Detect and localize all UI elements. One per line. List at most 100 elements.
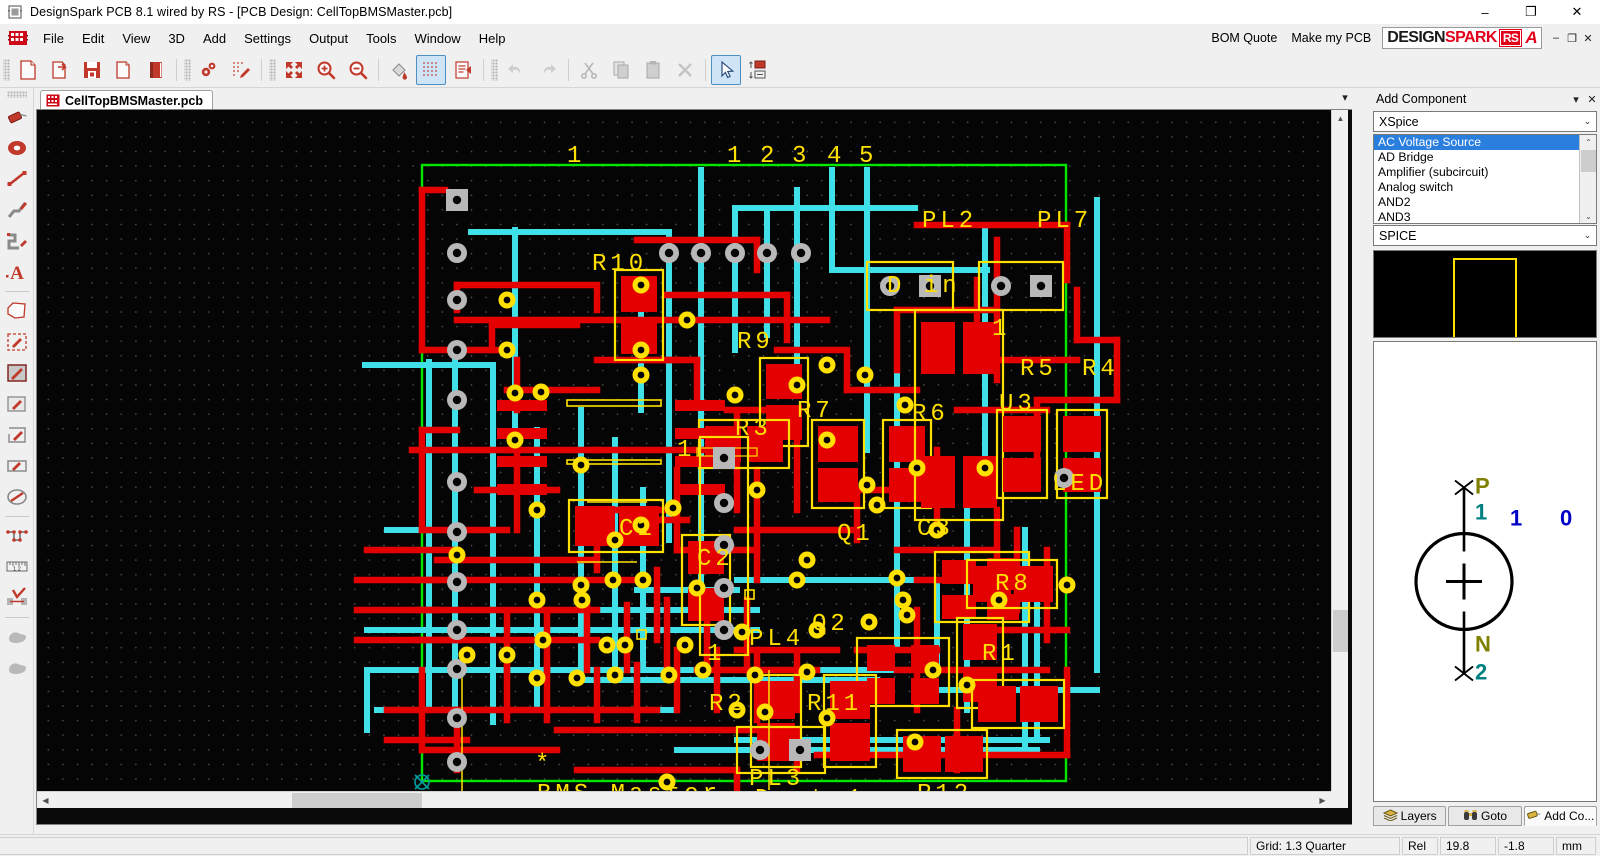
toolbar-grip-3[interactable]	[269, 58, 276, 81]
list-item[interactable]: Amplifier (subcircuit)	[1374, 165, 1579, 180]
bom-quote-link[interactable]: BOM Quote	[1204, 31, 1284, 45]
component-list-scroll-thumb[interactable]	[1581, 150, 1596, 172]
pcb-design-canvas[interactable]: 1 1 2 3 4 5 R10 R9 R3 R7 R6 PL2 PL7 D in	[37, 110, 1348, 808]
menu-item-file[interactable]: File	[34, 27, 73, 50]
panel-menu-icon[interactable]: ▾	[1568, 91, 1584, 107]
open-file-button[interactable]	[45, 55, 75, 85]
list-item[interactable]: AC Voltage Source	[1374, 135, 1579, 150]
status-units[interactable]: mm	[1556, 836, 1596, 855]
menu-item-view[interactable]: View	[113, 27, 159, 50]
list-item[interactable]: AD Bridge	[1374, 150, 1579, 165]
undo-button[interactable]	[501, 55, 531, 85]
zoom-in-button[interactable]	[311, 55, 341, 85]
select-tool-button[interactable]	[711, 54, 741, 85]
chevron-down-icon[interactable]: ⌄	[1579, 112, 1596, 131]
left-toolbar-grip[interactable]	[6, 91, 27, 98]
menu-item-output[interactable]: Output	[300, 27, 357, 50]
chevron-down-icon-2[interactable]: ⌄	[1579, 226, 1596, 245]
mdi-minimize-button[interactable]: –	[1548, 29, 1564, 47]
dock-splitter[interactable]	[1352, 88, 1369, 826]
status-coordinate-mode[interactable]: Rel	[1402, 836, 1438, 855]
toolbar-grip-4[interactable]	[491, 58, 498, 81]
mdi-restore-button[interactable]: ❐	[1564, 29, 1580, 47]
pour-copper-tool[interactable]	[2, 622, 32, 652]
add-circle-tool[interactable]	[2, 482, 32, 512]
menu-item-window[interactable]: Window	[405, 27, 469, 50]
canvas-vertical-scroll-thumb[interactable]	[1333, 610, 1348, 652]
panel-close-icon[interactable]: ✕	[1584, 91, 1600, 107]
canvas-scroll-up-button[interactable]: ▲	[1332, 110, 1348, 127]
window-maximize-button[interactable]: ❐	[1508, 0, 1554, 24]
status-grid[interactable]: Grid: 1.3 Quarter	[1250, 836, 1400, 855]
list-item[interactable]: AND3	[1374, 210, 1579, 223]
new-file-button[interactable]	[13, 55, 43, 85]
mdi-close-button[interactable]: ✕	[1580, 29, 1596, 47]
redo-button[interactable]	[533, 55, 563, 85]
grid-pen-button[interactable]	[226, 55, 256, 85]
add-area-tool[interactable]	[2, 327, 32, 357]
menu-item-tools[interactable]: Tools	[357, 27, 405, 50]
canvas-horizontal-scrollbar[interactable]: ◀ ▶	[37, 791, 1348, 808]
canvas-scroll-right-button[interactable]: ▶	[1314, 792, 1331, 808]
menu-item-add[interactable]: Add	[194, 27, 235, 50]
component-list[interactable]: AC Voltage Source AD Bridge Amplifier (s…	[1373, 134, 1597, 224]
library-combo[interactable]: XSpice ⌄	[1373, 111, 1597, 132]
properties-button[interactable]	[448, 55, 478, 85]
canvas-vertical-scrollbar[interactable]: ▲ ▼	[1331, 110, 1348, 808]
tab-add-component[interactable]: Add Co...	[1523, 806, 1597, 826]
paste-button[interactable]	[638, 55, 668, 85]
component-list-scrollbar[interactable]: ⌃ ⌄	[1579, 135, 1596, 223]
settings-gears-button[interactable]	[194, 55, 224, 85]
component-list-scroll-down-button[interactable]: ⌄	[1580, 209, 1596, 223]
canvas-horizontal-scroll-thumb[interactable]	[292, 793, 422, 808]
tab-layers[interactable]: Layers	[1373, 806, 1447, 826]
document-tab-celltopbmsmaster[interactable]: CellTopBMSMaster.pcb	[40, 90, 213, 110]
document-restore-button[interactable]: ▾	[1342, 91, 1348, 104]
add-track-tool[interactable]	[2, 195, 32, 225]
add-pad-tool[interactable]	[2, 133, 32, 163]
unpour-copper-tool[interactable]	[2, 653, 32, 683]
list-item[interactable]: Analog switch	[1374, 180, 1579, 195]
menu-item-3d[interactable]: 3D	[159, 27, 194, 50]
copy-button[interactable]	[606, 55, 636, 85]
toggle-grid-button[interactable]	[416, 54, 446, 85]
add-text-tool[interactable]: A	[2, 257, 32, 287]
list-item[interactable]: AND2	[1374, 195, 1579, 210]
tab-goto[interactable]: Goto	[1448, 806, 1522, 826]
cut-button[interactable]	[574, 55, 604, 85]
toolbar-grip-2[interactable]	[184, 58, 191, 81]
save-file-button[interactable]	[77, 55, 107, 85]
make-my-pcb-link[interactable]: Make my PCB	[1284, 31, 1378, 45]
add-shape-tool[interactable]	[2, 296, 32, 326]
window-close-button[interactable]: ✕	[1554, 0, 1600, 24]
menu-item-help[interactable]: Help	[470, 27, 515, 50]
footprint-preview[interactable]	[1373, 250, 1597, 346]
component-type-combo[interactable]: SPICE ⌄	[1373, 225, 1597, 246]
net-route-tool[interactable]	[2, 521, 32, 551]
canvas-scroll-left-button[interactable]: ◀	[37, 792, 54, 808]
zoom-out-button[interactable]	[343, 55, 373, 85]
add-corner-shape-tool[interactable]	[2, 420, 32, 450]
add-zigzag-track-tool[interactable]	[2, 226, 32, 256]
add-component-tool[interactable]	[2, 102, 32, 132]
symbol-preview[interactable]: P 1 N 2 1 0	[1373, 341, 1597, 802]
component-list-scroll-up-button[interactable]: ⌃	[1580, 135, 1596, 149]
add-copy-shape-tool[interactable]	[2, 389, 32, 419]
add-filled-shape-tool[interactable]	[2, 358, 32, 388]
dimension-tool[interactable]	[2, 583, 32, 613]
add-connection-tool[interactable]	[2, 164, 32, 194]
menu-item-edit[interactable]: Edit	[73, 27, 113, 50]
fill-colour-button[interactable]	[384, 55, 414, 85]
add-rectangle-tool[interactable]	[2, 451, 32, 481]
zoom-fit-button[interactable]	[279, 55, 309, 85]
svg-text:1: 1	[707, 641, 725, 668]
swap-layers-button[interactable]	[743, 55, 773, 85]
library-button[interactable]	[141, 55, 171, 85]
delete-button[interactable]	[670, 55, 700, 85]
designspark-logo[interactable]: DESIGN SPARK RS A	[1382, 27, 1542, 49]
measure-tool[interactable]: 1 2	[2, 552, 32, 582]
menu-item-settings[interactable]: Settings	[235, 27, 300, 50]
new-folder-button[interactable]	[109, 55, 139, 85]
toolbar-grip[interactable]	[3, 58, 10, 81]
window-minimize-button[interactable]: –	[1462, 0, 1508, 24]
